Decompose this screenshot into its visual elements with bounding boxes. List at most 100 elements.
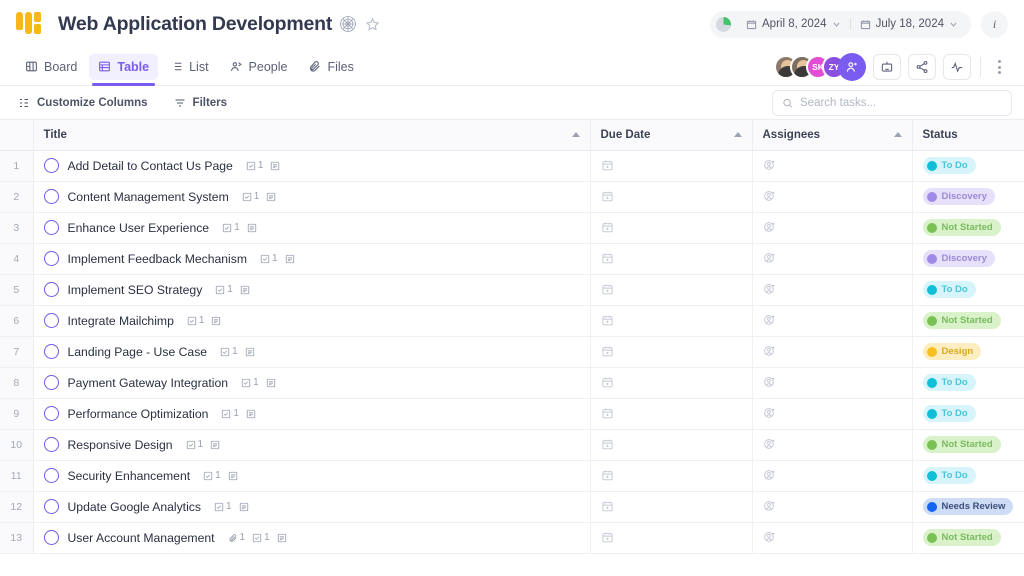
person-plus-icon[interactable] xyxy=(763,314,902,327)
start-date-picker[interactable]: April 8, 2024 xyxy=(737,18,850,30)
person-plus-icon[interactable] xyxy=(763,159,902,172)
cell-assignees[interactable] xyxy=(752,243,913,275)
cell-assignees[interactable] xyxy=(752,398,913,430)
complete-task-checkbox[interactable] xyxy=(43,189,59,204)
attachment-count[interactable]: 1 xyxy=(228,532,245,543)
cell-title[interactable]: Responsive Design 1 xyxy=(33,429,591,461)
cell-title[interactable]: Integrate Mailchimp 1 xyxy=(33,305,591,337)
person-plus-icon[interactable] xyxy=(763,345,902,358)
subtask-count[interactable]: 1 xyxy=(221,408,239,419)
description-icon[interactable] xyxy=(240,285,250,295)
subtask-count[interactable]: 1 xyxy=(241,377,259,388)
calendar-plus-icon[interactable] xyxy=(601,221,742,234)
date-range-picker[interactable]: April 8, 2024 July 18, 2024 xyxy=(710,10,971,38)
cell-due-date[interactable] xyxy=(590,243,753,275)
column-header-due-date[interactable]: Due Date xyxy=(590,120,753,151)
table-row[interactable]: 11 Security Enhancement 1 To Do xyxy=(0,460,1024,492)
cell-due-date[interactable] xyxy=(590,491,753,523)
calendar-plus-icon[interactable] xyxy=(601,283,742,296)
cell-title[interactable]: Landing Page - Use Case 1 xyxy=(33,336,591,368)
subtask-count[interactable]: 1 xyxy=(252,532,270,543)
complete-task-checkbox[interactable] xyxy=(43,437,59,452)
cell-assignees[interactable] xyxy=(752,181,913,213)
description-icon[interactable] xyxy=(211,316,221,326)
status-badge[interactable]: Discovery xyxy=(922,250,995,267)
cell-due-date[interactable] xyxy=(590,460,753,492)
complete-task-checkbox[interactable] xyxy=(43,344,59,359)
more-vertical-icon[interactable] xyxy=(990,55,1008,79)
table-row[interactable]: 13 User Account Management 1 1 Not Started xyxy=(0,522,1024,554)
person-plus-icon[interactable] xyxy=(763,500,902,513)
cell-due-date[interactable] xyxy=(590,274,753,306)
info-button[interactable]: i xyxy=(981,10,1008,38)
description-icon[interactable] xyxy=(228,471,238,481)
activity-icon[interactable] xyxy=(943,54,971,80)
calendar-plus-icon[interactable] xyxy=(601,159,742,172)
tab-people[interactable]: People xyxy=(221,54,297,80)
tab-list[interactable]: List xyxy=(161,54,217,80)
cell-title[interactable]: Implement Feedback Mechanism 1 xyxy=(33,243,591,275)
table-row[interactable]: 2 Content Management System 1 Discovery xyxy=(0,181,1024,213)
cell-due-date[interactable] xyxy=(590,522,753,554)
complete-task-checkbox[interactable] xyxy=(43,220,59,235)
cell-assignees[interactable] xyxy=(752,522,913,554)
status-badge[interactable]: Not Started xyxy=(922,219,1001,236)
cell-assignees[interactable] xyxy=(752,274,913,306)
favorite-star-icon[interactable] xyxy=(365,17,380,32)
cell-assignees[interactable] xyxy=(752,305,913,337)
subtask-count[interactable]: 1 xyxy=(222,222,240,233)
calendar-plus-icon[interactable] xyxy=(601,500,742,513)
calendar-plus-icon[interactable] xyxy=(601,190,742,203)
search-input[interactable] xyxy=(800,96,1002,109)
robot-icon[interactable] xyxy=(873,54,901,80)
calendar-plus-icon[interactable] xyxy=(601,376,742,389)
description-icon[interactable] xyxy=(246,409,256,419)
table-row[interactable]: 10 Responsive Design 1 Not Started xyxy=(0,429,1024,461)
cell-title[interactable]: Add Detail to Contact Us Page 1 xyxy=(33,150,591,182)
column-header-status[interactable]: Status xyxy=(912,120,1024,151)
person-plus-icon[interactable] xyxy=(763,531,902,544)
complete-task-checkbox[interactable] xyxy=(43,468,59,483)
cell-status[interactable]: To Do xyxy=(912,274,1024,306)
calendar-plus-icon[interactable] xyxy=(601,345,742,358)
status-badge[interactable]: Design xyxy=(922,343,982,360)
description-icon[interactable] xyxy=(239,502,249,512)
complete-task-checkbox[interactable] xyxy=(43,499,59,514)
cell-status[interactable]: Discovery xyxy=(912,243,1024,275)
complete-task-checkbox[interactable] xyxy=(43,406,59,421)
description-icon[interactable] xyxy=(210,440,220,450)
calendar-plus-icon[interactable] xyxy=(601,252,742,265)
status-badge[interactable]: Not Started xyxy=(922,312,1001,329)
customize-columns-button[interactable]: Customize Columns xyxy=(18,97,148,109)
cell-assignees[interactable] xyxy=(752,460,913,492)
cell-due-date[interactable] xyxy=(590,336,753,368)
complete-task-checkbox[interactable] xyxy=(43,313,59,328)
cell-assignees[interactable] xyxy=(752,336,913,368)
description-icon[interactable] xyxy=(266,192,276,202)
person-plus-icon[interactable] xyxy=(763,469,902,482)
add-person-icon[interactable] xyxy=(838,53,866,81)
complete-task-checkbox[interactable] xyxy=(43,375,59,390)
cell-due-date[interactable] xyxy=(590,181,753,213)
cell-status[interactable]: Discovery xyxy=(912,181,1024,213)
status-badge[interactable]: To Do xyxy=(922,467,976,484)
cell-due-date[interactable] xyxy=(590,305,753,337)
calendar-plus-icon[interactable] xyxy=(601,314,742,327)
complete-task-checkbox[interactable] xyxy=(43,530,59,545)
description-icon[interactable] xyxy=(245,347,255,357)
cell-status[interactable]: Design xyxy=(912,336,1024,368)
cell-title[interactable]: Update Google Analytics 1 xyxy=(33,491,591,523)
status-badge[interactable]: To Do xyxy=(922,281,976,298)
subtask-count[interactable]: 1 xyxy=(260,253,278,264)
description-icon[interactable] xyxy=(277,533,287,543)
person-plus-icon[interactable] xyxy=(763,376,902,389)
status-badge[interactable]: Needs Review xyxy=(922,498,1014,515)
cell-assignees[interactable] xyxy=(752,212,913,244)
person-plus-icon[interactable] xyxy=(763,221,902,234)
person-plus-icon[interactable] xyxy=(763,283,902,296)
person-plus-icon[interactable] xyxy=(763,407,902,420)
cell-status[interactable]: To Do xyxy=(912,398,1024,430)
table-row[interactable]: 9 Performance Optimization 1 To Do xyxy=(0,398,1024,430)
column-header-title[interactable]: Title xyxy=(33,120,591,151)
table-row[interactable]: 8 Payment Gateway Integration 1 To Do xyxy=(0,367,1024,399)
